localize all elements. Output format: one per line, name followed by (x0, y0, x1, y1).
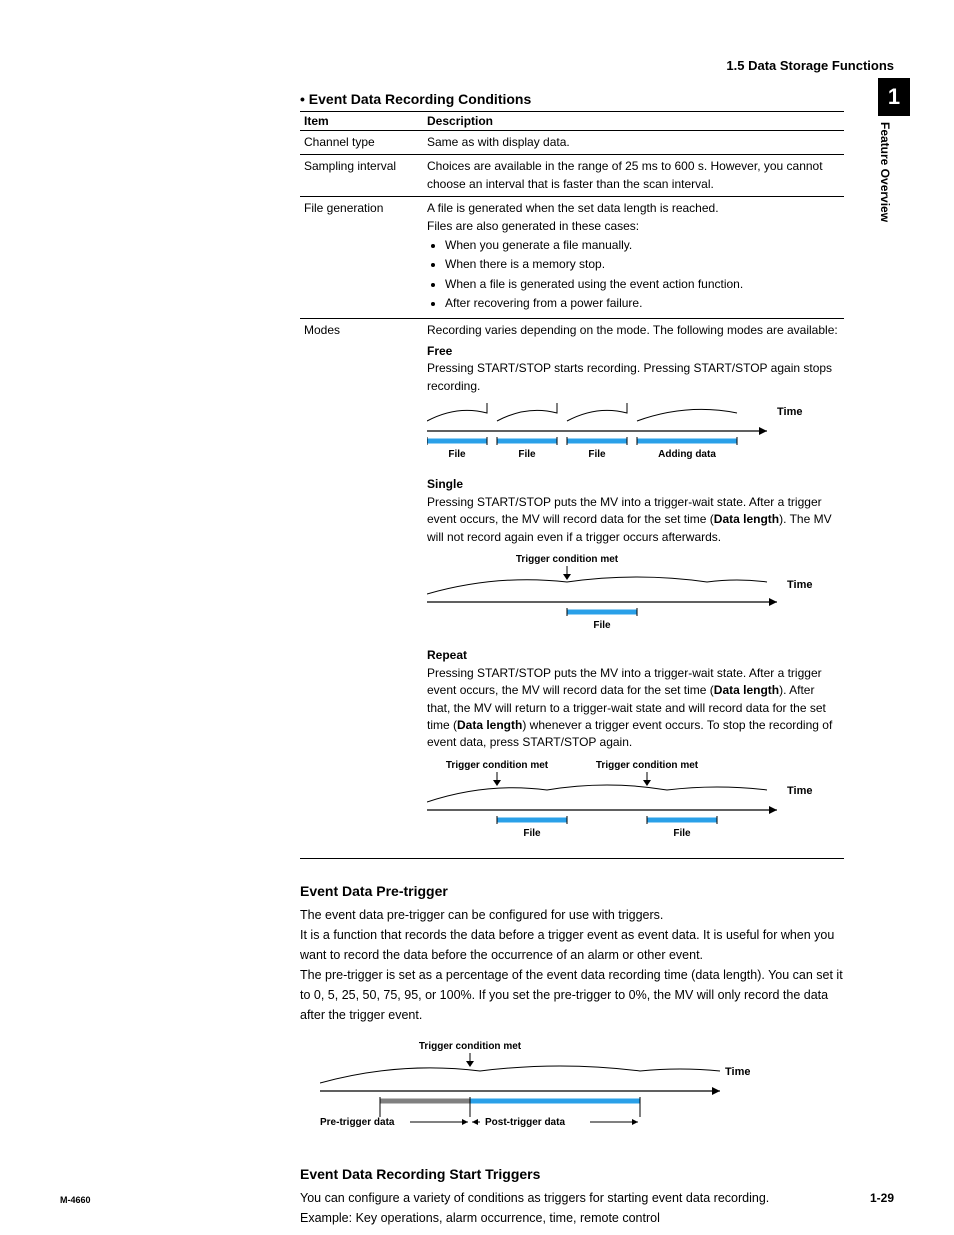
cell-item: Channel type (300, 131, 423, 155)
trigger-label: Trigger condition met (596, 760, 699, 771)
section-header: 1.5 Data Storage Functions (130, 58, 894, 73)
mode-repeat-desc: Pressing START/STOP puts the MV into a t… (427, 665, 840, 752)
list-item: When there is a memory stop. (445, 256, 840, 273)
pre-trigger-label: Pre-trigger data (320, 1117, 395, 1128)
trigger-label: Trigger condition met (419, 1041, 522, 1052)
file-label: File (673, 828, 691, 839)
start-triggers-p1: You can configure a variety of condition… (300, 1188, 844, 1208)
time-label: Time (725, 1066, 750, 1078)
file-label: File (523, 828, 541, 839)
conditions-heading: Event Data Recording Conditions (300, 91, 844, 107)
cell-desc: A file is generated when the set data le… (423, 197, 844, 318)
free-mode-diagram: Time File (427, 401, 840, 472)
chapter-number: 1 (878, 78, 910, 116)
chapter-title: Feature Overview (878, 116, 892, 222)
repeat-mode-diagram: Trigger condition met Trigger condition … (427, 758, 840, 851)
table-row: Modes Recording varies depending on the … (300, 318, 844, 859)
th-item: Item (300, 112, 423, 131)
post-trigger-label: Post-trigger data (485, 1117, 565, 1128)
mode-single-desc: Pressing START/STOP puts the MV into a t… (427, 494, 840, 546)
cell-item: File generation (300, 197, 423, 318)
cell-desc: Same as with display data. (423, 131, 844, 155)
table-row: Channel type Same as with display data. (300, 131, 844, 155)
pretrigger-diagram: Trigger condition met Time Pre-trigger d… (320, 1039, 844, 1142)
trigger-label: Trigger condition met (516, 554, 619, 565)
pretrigger-p2: It is a function that records the data b… (300, 925, 844, 965)
pretrigger-p1: The event data pre-trigger can be config… (300, 905, 844, 925)
pretrigger-p3: The pre-trigger is set as a percentage o… (300, 965, 844, 1025)
cell-item: Sampling interval (300, 155, 423, 197)
conditions-table: Item Description Channel type Same as wi… (300, 111, 844, 859)
mode-repeat-name: Repeat (427, 647, 840, 664)
mode-free-name: Free (427, 343, 840, 360)
file-label: File (593, 620, 611, 631)
single-mode-diagram: Trigger condition met Time File (427, 552, 840, 643)
cell-desc: Choices are available in the range of 25… (423, 155, 844, 197)
file-label: File (518, 449, 536, 460)
mode-free-desc: Pressing START/STOP starts recording. Pr… (427, 360, 840, 395)
list-item: When you generate a file manually. (445, 237, 840, 254)
start-triggers-p2: Example: Key operations, alarm occurrenc… (300, 1208, 844, 1228)
text-line: A file is generated when the set data le… (427, 200, 840, 217)
footer-docid: M-4660 (60, 1195, 91, 1205)
footer-page: 1-29 (870, 1191, 894, 1205)
modes-intro: Recording varies depending on the mode. … (427, 322, 840, 339)
file-label: File (448, 449, 466, 460)
th-desc: Description (423, 112, 844, 131)
text-line: Files are also generated in these cases: (427, 218, 840, 235)
cell-desc: Recording varies depending on the mode. … (423, 318, 844, 859)
time-label: Time (777, 406, 802, 418)
list-item: When a file is generated using the event… (445, 276, 840, 293)
list-item: After recovering from a power failure. (445, 295, 840, 312)
trigger-label: Trigger condition met (446, 760, 549, 771)
cell-item: Modes (300, 318, 423, 859)
chapter-tab: 1 Feature Overview (878, 78, 910, 222)
start-triggers-heading: Event Data Recording Start Triggers (300, 1166, 844, 1182)
file-label: File (588, 449, 606, 460)
mode-single-name: Single (427, 476, 840, 493)
adding-label: Adding data (658, 449, 716, 460)
pretrigger-heading: Event Data Pre-trigger (300, 883, 844, 899)
table-row: File generation A file is generated when… (300, 197, 844, 318)
time-label: Time (787, 579, 812, 591)
time-label: Time (787, 785, 812, 797)
table-row: Sampling interval Choices are available … (300, 155, 844, 197)
